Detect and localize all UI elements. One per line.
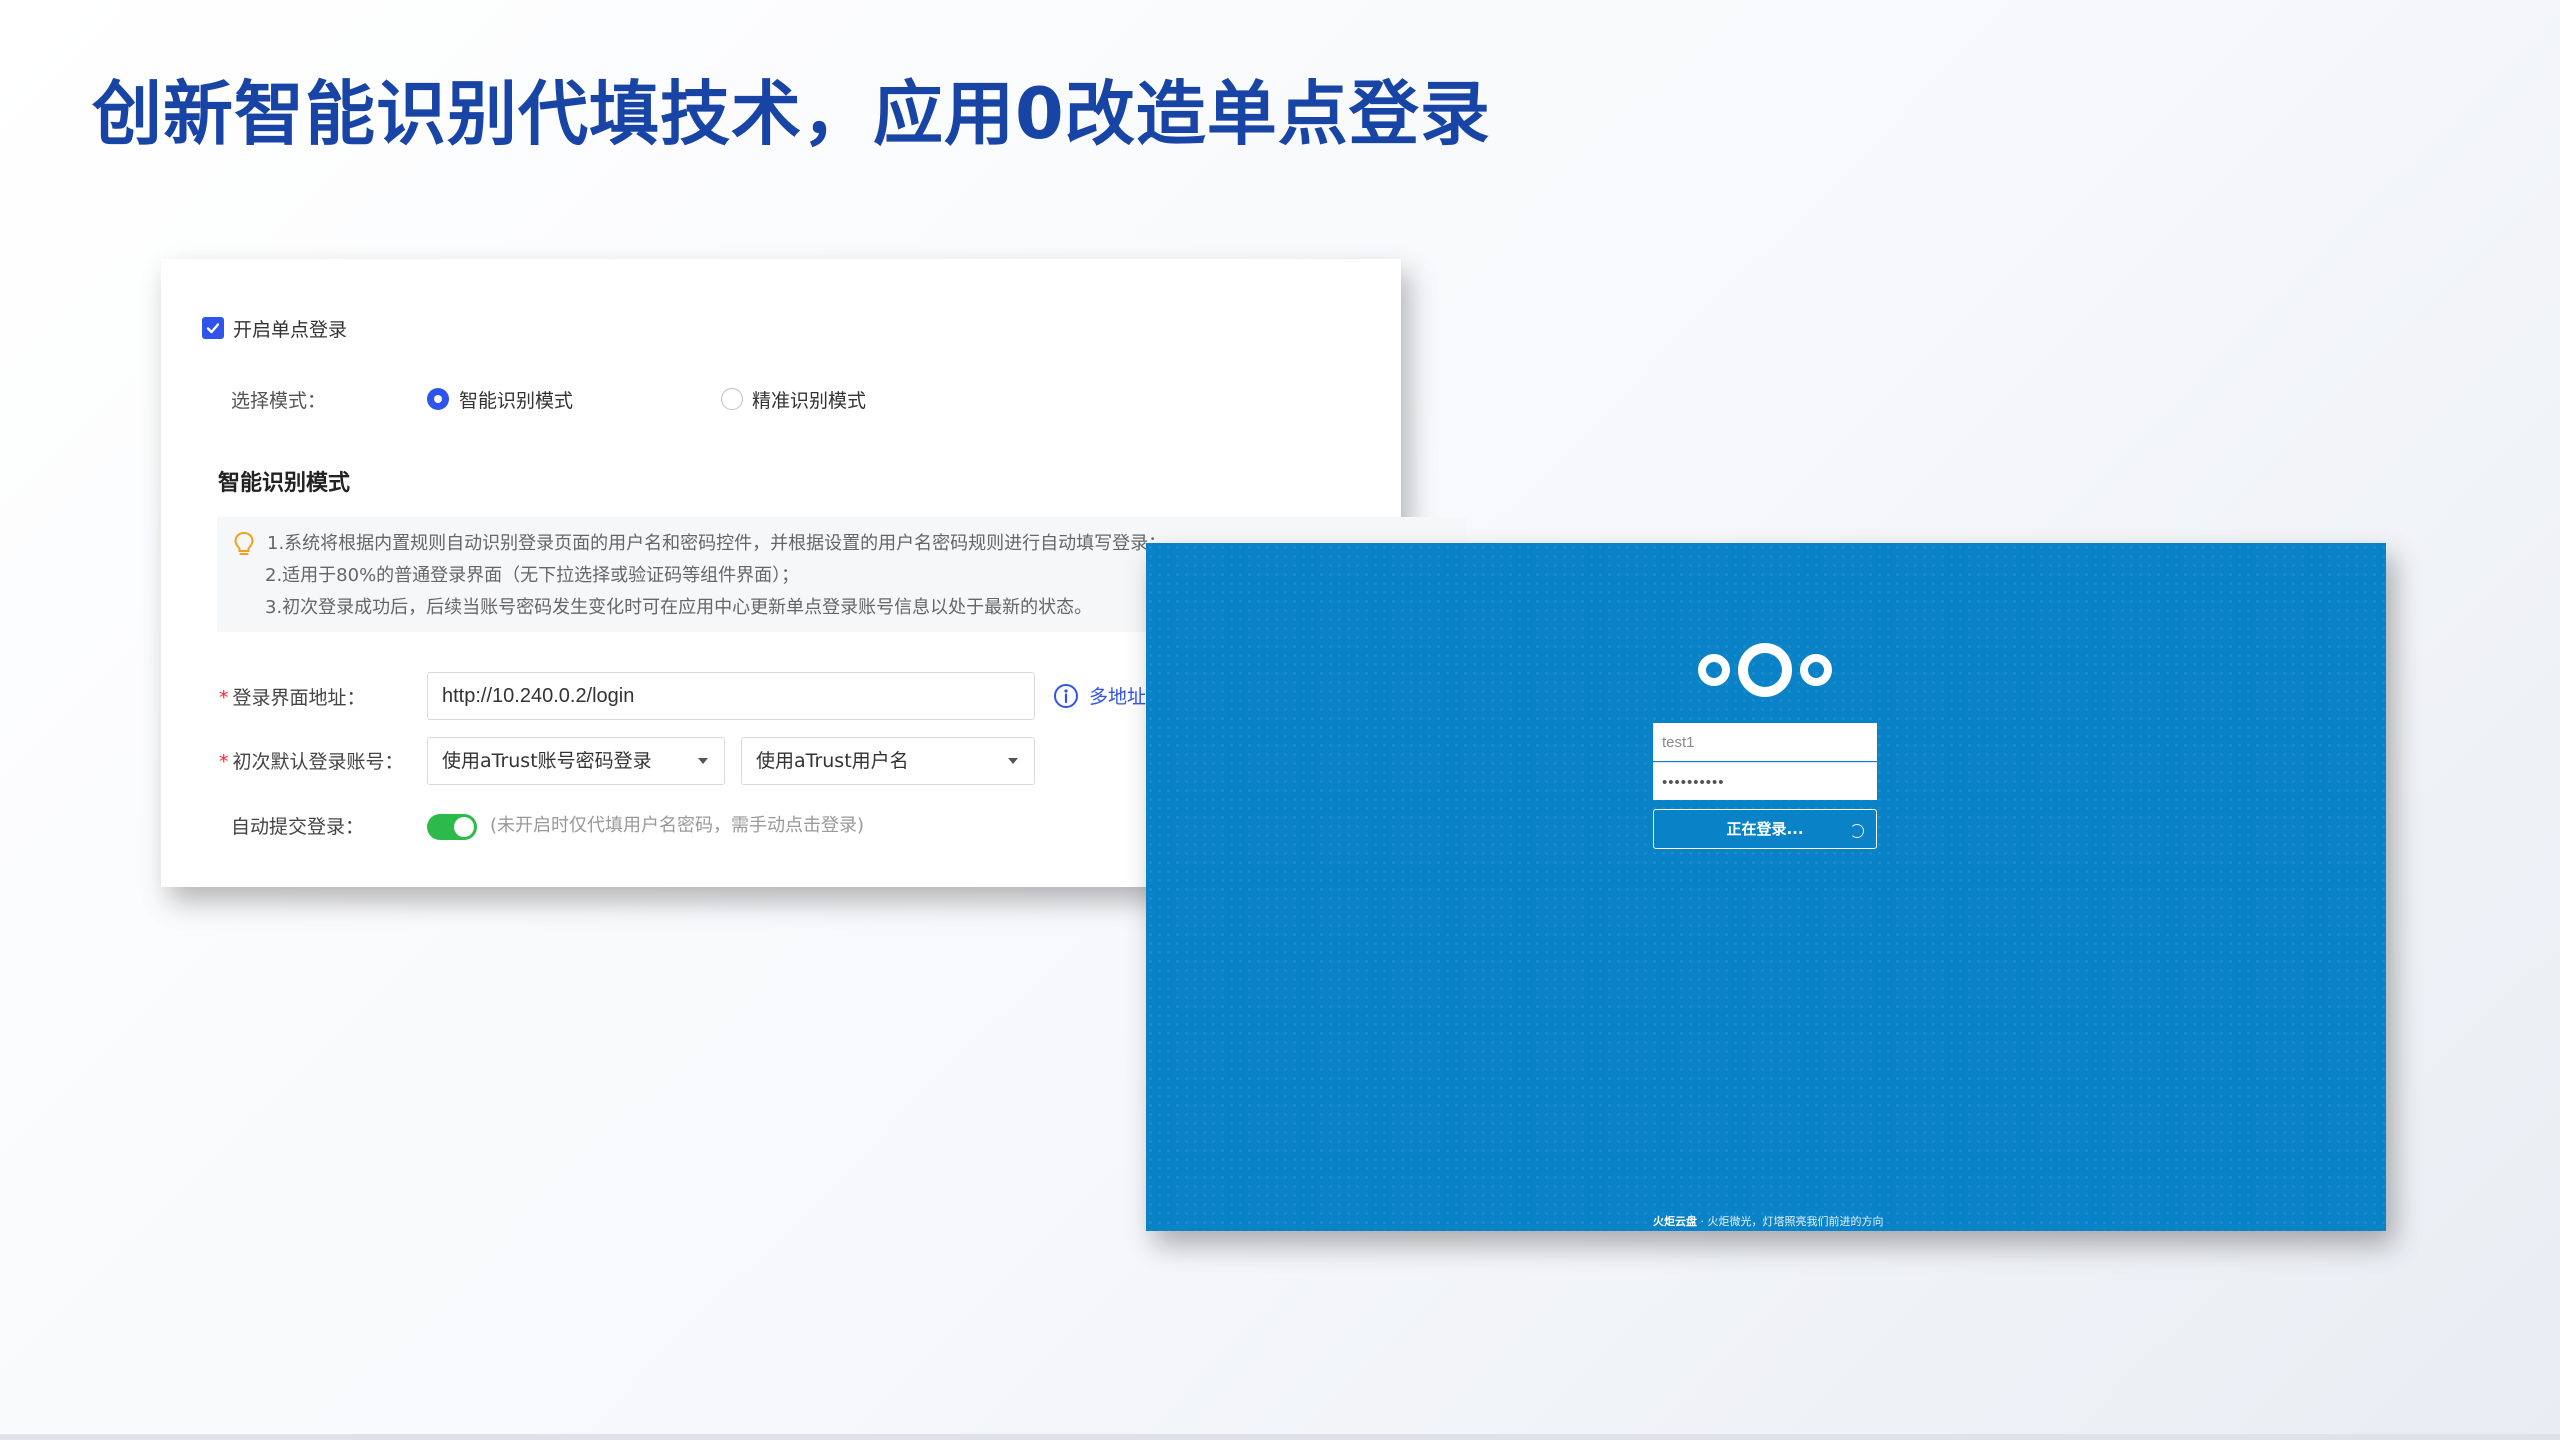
account-type-value: 使用aTrust账号密码登录: [442, 750, 652, 772]
default-account-label: * 初次默认登录账号：: [219, 751, 404, 773]
footer-brand: 火炬云盘: [1653, 1215, 1697, 1228]
mode-label: 选择模式：: [231, 390, 327, 412]
login-screen: test1 •••••••••• 正在登录... 火炬云盘 · 火炬微光，灯塔照…: [1146, 543, 2386, 1231]
mode-precise-label[interactable]: 精准识别模式: [752, 386, 866, 413]
login-footer: 火炬云盘 · 火炬微光，灯塔照亮我们前进的方向: [1653, 1213, 1884, 1229]
username-select-value: 使用aTrust用户名: [756, 750, 909, 772]
tip-line-1: 1.系统将根据内置规则自动识别登录页面的用户名和密码控件，并根据设置的用户名密码…: [267, 533, 1167, 554]
chevron-down-icon: [698, 758, 708, 764]
lightbulb-icon: [234, 531, 254, 555]
mode-precise-radio[interactable]: [721, 388, 743, 410]
account-type-select[interactable]: 使用aTrust账号密码登录: [427, 737, 725, 785]
login-button-label: 正在登录...: [1726, 820, 1804, 838]
section-title: 智能识别模式: [218, 471, 351, 496]
login-url-label: * 登录界面地址：: [219, 687, 366, 709]
enable-sso-label: 开启单点登录: [233, 319, 348, 341]
slide-bottom-line: [0, 1434, 2560, 1440]
mode-smart-label[interactable]: 智能识别模式: [459, 386, 573, 413]
username-select[interactable]: 使用aTrust用户名: [741, 737, 1035, 785]
auto-submit-switch[interactable]: [427, 814, 477, 840]
login-button[interactable]: 正在登录...: [1653, 809, 1877, 849]
login-url-input[interactable]: http://10.240.0.2/login: [427, 672, 1035, 720]
footer-text: · 火炬微光，灯塔照亮我们前进的方向: [1697, 1215, 1884, 1228]
password-field[interactable]: ••••••••••: [1653, 762, 1877, 800]
multi-address-link[interactable]: 多地址: [1089, 682, 1146, 709]
mode-smart-radio[interactable]: [427, 388, 449, 410]
enable-sso-checkbox[interactable]: [202, 317, 224, 339]
nextcloud-logo-icon: [1698, 643, 1832, 697]
tip-line-3: 3.初次登录成功后，后续当账号密码发生变化时可在应用中心更新单点登录账号信息以处…: [265, 597, 1093, 618]
check-icon: [206, 323, 220, 334]
spinner-icon: [1850, 824, 1864, 838]
tip-line-2: 2.适用于80%的普通登录界面（无下拉选择或验证码等组件界面）；: [265, 565, 800, 586]
auto-submit-label: 自动提交登录：: [231, 816, 365, 838]
username-field[interactable]: test1: [1653, 723, 1877, 761]
auto-submit-hint: (未开启时仅代填用户名密码，需手动点击登录): [490, 815, 865, 836]
slide-title: 创新智能识别代填技术，应用0改造单点登录: [92, 73, 1491, 155]
info-icon: [1054, 684, 1078, 708]
chevron-down-icon: [1008, 758, 1018, 764]
